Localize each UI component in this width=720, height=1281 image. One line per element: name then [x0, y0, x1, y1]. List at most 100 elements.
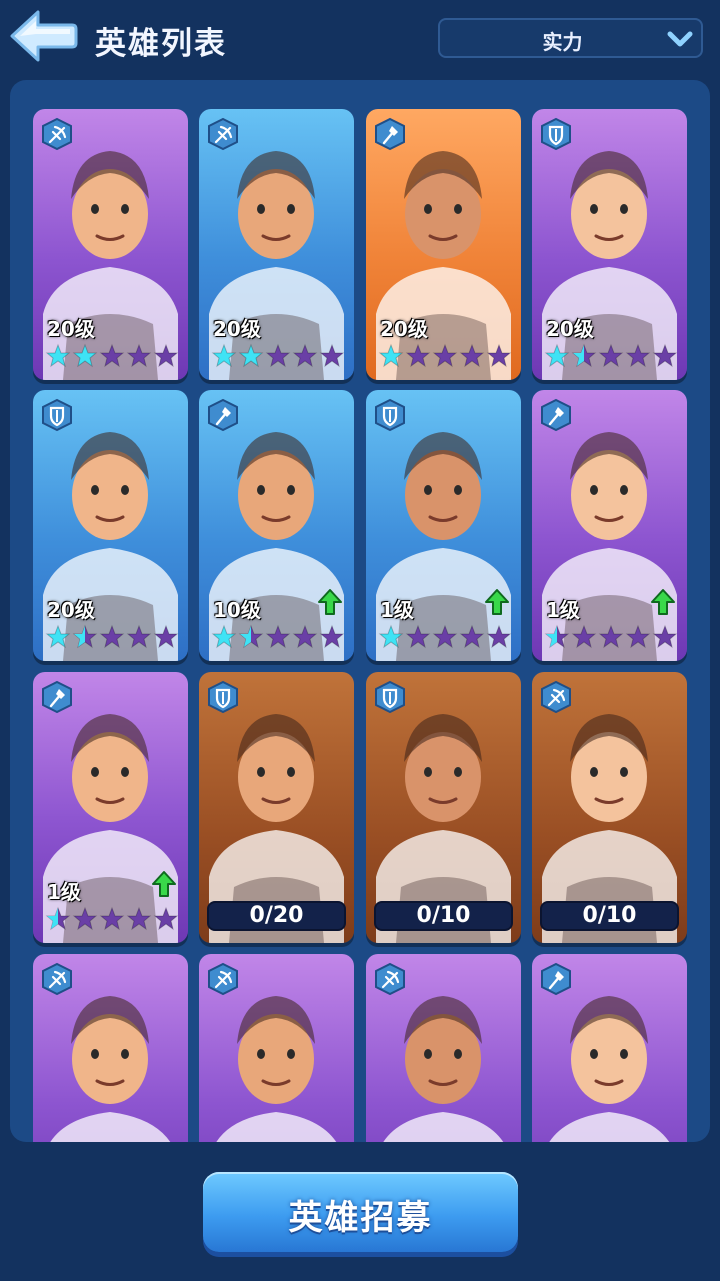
star-half-icon — [571, 343, 597, 368]
star-empty-icon — [99, 343, 125, 368]
star-empty-icon — [405, 624, 431, 649]
hero-level: 10级 — [213, 598, 261, 622]
hero-card[interactable] — [366, 954, 521, 1142]
shield-class-icon — [541, 117, 571, 151]
page-title: 英雄列表 — [95, 26, 227, 62]
staff-class-icon — [42, 680, 72, 714]
crossbow-class-icon — [208, 117, 238, 151]
hero-card[interactable]: 1级 — [366, 390, 521, 661]
star-empty-icon — [126, 343, 152, 368]
star-empty-icon — [486, 624, 512, 649]
sort-dropdown[interactable]: 实力 — [438, 18, 703, 58]
star-rating — [378, 343, 518, 369]
star-empty-icon — [652, 624, 678, 649]
star-filled-icon — [45, 343, 71, 368]
star-empty-icon — [571, 624, 597, 649]
top-bar: 英雄列表 实力 — [0, 0, 720, 80]
star-rating — [45, 906, 185, 932]
hero-card[interactable]: 10级 — [199, 390, 354, 661]
shield-class-icon — [42, 398, 72, 432]
star-half-icon — [45, 906, 71, 931]
shard-progress: 0/20 — [207, 901, 346, 931]
star-empty-icon — [405, 343, 431, 368]
hero-recruit-label: 英雄招募 — [288, 1198, 433, 1238]
hero-card-locked[interactable]: 0/20 — [199, 672, 354, 943]
star-rating — [45, 624, 185, 650]
star-empty-icon — [153, 624, 179, 649]
back-arrow-icon — [10, 10, 78, 62]
crossbow-class-icon — [541, 680, 571, 714]
hero-card[interactable]: 20级 — [366, 109, 521, 380]
shard-progress: 0/10 — [374, 901, 513, 931]
hero-card-locked[interactable]: 0/10 — [366, 672, 521, 943]
back-button[interactable] — [8, 8, 78, 64]
hero-level: 20级 — [213, 317, 261, 341]
hero-card[interactable]: 20级 — [532, 109, 687, 380]
star-empty-icon — [265, 624, 291, 649]
star-empty-icon — [598, 624, 624, 649]
star-empty-icon — [459, 343, 485, 368]
hero-recruit-button[interactable]: 英雄招募 — [203, 1172, 518, 1252]
star-empty-icon — [99, 906, 125, 931]
crossbow-class-icon — [42, 117, 72, 151]
hero-card-locked[interactable]: 0/10 — [532, 672, 687, 943]
hero-level: 20级 — [47, 317, 95, 341]
star-empty-icon — [292, 624, 318, 649]
star-filled-icon — [544, 343, 570, 368]
hero-card[interactable]: 20级 — [33, 109, 188, 380]
hero-card[interactable]: 20级 — [33, 390, 188, 661]
shield-class-icon — [375, 398, 405, 432]
upgrade-arrow-icon — [318, 589, 342, 615]
star-rating — [211, 343, 351, 369]
star-empty-icon — [598, 343, 624, 368]
hero-card[interactable]: 1级 — [33, 672, 188, 943]
star-filled-icon — [238, 343, 264, 368]
star-empty-icon — [625, 624, 651, 649]
star-empty-icon — [126, 906, 152, 931]
star-filled-icon — [378, 343, 404, 368]
crossbow-class-icon — [208, 962, 238, 996]
star-empty-icon — [72, 906, 98, 931]
hero-grid-panel[interactable]: 20级 20级 20级 20级 20级 10级 1级 1级 1级 0/20 0/10 0/10 — [10, 80, 710, 1142]
star-empty-icon — [319, 624, 345, 649]
star-empty-icon — [265, 343, 291, 368]
hero-level: 1级 — [546, 598, 580, 622]
star-empty-icon — [625, 343, 651, 368]
upgrade-arrow-icon — [485, 589, 509, 615]
star-empty-icon — [459, 624, 485, 649]
shield-class-icon — [208, 680, 238, 714]
star-rating — [544, 624, 684, 650]
star-filled-icon — [378, 624, 404, 649]
hero-card[interactable]: 20级 — [199, 109, 354, 380]
star-empty-icon — [153, 343, 179, 368]
star-rating — [211, 624, 351, 650]
star-half-icon — [72, 624, 98, 649]
star-half-icon — [544, 624, 570, 649]
star-empty-icon — [432, 624, 458, 649]
hero-level: 20级 — [380, 317, 428, 341]
sort-selected-value: 实力 — [542, 30, 583, 54]
star-rating — [544, 343, 684, 369]
shield-class-icon — [375, 680, 405, 714]
upgrade-arrow-icon — [152, 871, 176, 897]
hero-level: 20级 — [47, 598, 95, 622]
hero-card[interactable]: 1级 — [532, 390, 687, 661]
star-empty-icon — [486, 343, 512, 368]
star-empty-icon — [99, 624, 125, 649]
staff-class-icon — [541, 398, 571, 432]
star-empty-icon — [126, 624, 152, 649]
star-empty-icon — [292, 343, 318, 368]
star-rating — [45, 343, 185, 369]
shard-progress: 0/10 — [540, 901, 679, 931]
crossbow-class-icon — [375, 962, 405, 996]
hero-card[interactable] — [532, 954, 687, 1142]
star-empty-icon — [153, 906, 179, 931]
chevron-down-icon — [667, 31, 693, 47]
star-filled-icon — [211, 343, 237, 368]
hero-level: 20级 — [546, 317, 594, 341]
star-empty-icon — [652, 343, 678, 368]
hero-card[interactable] — [33, 954, 188, 1142]
hero-card[interactable] — [199, 954, 354, 1142]
star-filled-icon — [72, 343, 98, 368]
upgrade-arrow-icon — [651, 589, 675, 615]
